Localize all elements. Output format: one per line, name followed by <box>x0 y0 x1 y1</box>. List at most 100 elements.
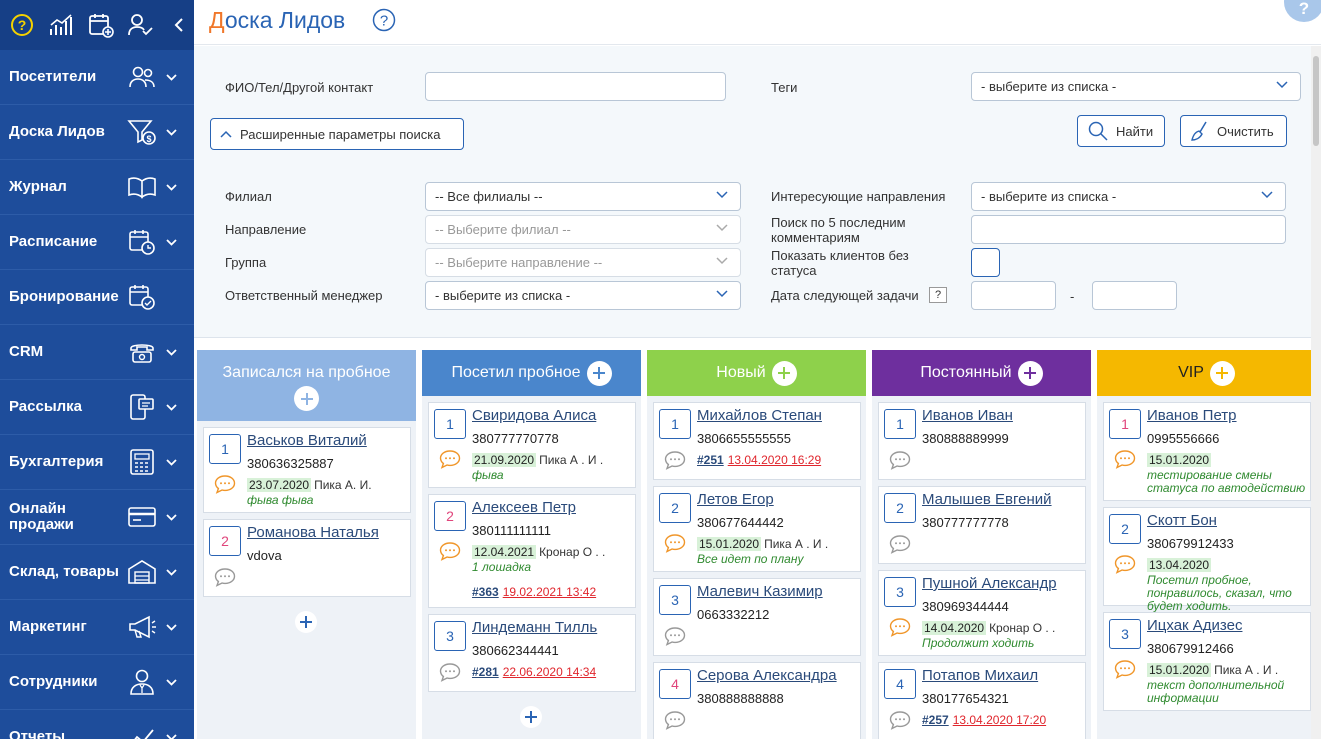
lead-name-link[interactable]: Малышев Евгений <box>922 491 1052 508</box>
next-task-date-from[interactable] <box>971 281 1056 310</box>
group-select[interactable]: -- Выберите направление -- <box>425 248 741 277</box>
card-number[interactable]: 1 <box>884 409 916 439</box>
lead-name-link[interactable]: Романова Наталья <box>247 524 379 541</box>
card-number[interactable]: 2 <box>209 526 241 556</box>
add-lead-bottom-button[interactable] <box>295 611 317 633</box>
card-number[interactable]: 2 <box>1109 514 1141 544</box>
sidebar-item-5[interactable]: Бронирование <box>0 270 194 325</box>
chat-icon[interactable] <box>664 710 686 735</box>
lead-task[interactable]: #363 19.02.2021 13:42 <box>472 585 596 599</box>
help-icon[interactable]: ? <box>10 13 34 37</box>
lead-name-link[interactable]: Линдеманн Тилль <box>472 619 597 636</box>
add-lead-button[interactable] <box>1209 360 1235 386</box>
chat-icon[interactable] <box>889 534 911 559</box>
stats-icon[interactable] <box>48 13 74 37</box>
add-lead-button[interactable] <box>294 386 319 411</box>
clear-button[interactable]: Очистить <box>1180 115 1287 147</box>
comments-search-input[interactable] <box>971 215 1286 244</box>
chevron-down-icon[interactable] <box>166 674 177 691</box>
sidebar-item-9[interactable]: Онлайн продажи <box>0 490 194 545</box>
add-lead-bottom-button[interactable] <box>520 706 542 728</box>
sidebar-item-4[interactable]: Расписание <box>0 215 194 270</box>
task-number[interactable]: #251 <box>697 453 724 467</box>
lead-name-link[interactable]: Иванов Иван <box>922 407 1013 424</box>
calendar-add-icon[interactable] <box>88 12 114 38</box>
chat-icon[interactable] <box>1114 449 1136 474</box>
lead-name-link[interactable]: Пушной Александр <box>922 575 1057 592</box>
chevron-down-icon[interactable] <box>166 509 177 526</box>
sidebar-item-6[interactable]: CRM <box>0 325 194 380</box>
task-number[interactable]: #257 <box>922 713 949 727</box>
task-number[interactable]: #281 <box>472 665 499 679</box>
chat-icon[interactable] <box>664 626 686 651</box>
sidebar-item-2[interactable]: Доска Лидов $ <box>0 105 194 160</box>
add-lead-button[interactable] <box>586 360 612 386</box>
scrollbar-thumb[interactable] <box>1313 56 1319 146</box>
lead-name-link[interactable]: Алексеев Петр <box>472 499 576 516</box>
card-number[interactable]: 1 <box>659 409 691 439</box>
contact-input[interactable] <box>425 72 726 101</box>
task-date[interactable]: 13.04.2020 16:29 <box>728 453 821 467</box>
lead-task[interactable]: #251 13.04.2020 16:29 <box>697 453 821 467</box>
task-number[interactable]: #363 <box>472 585 499 599</box>
chevron-down-icon[interactable] <box>166 234 177 251</box>
direction-select[interactable]: -- Выберите филиал -- <box>425 215 741 244</box>
chat-icon[interactable] <box>889 617 911 642</box>
manager-select[interactable]: - выберите из списка - <box>425 281 741 310</box>
branch-select[interactable]: -- Все филиалы -- <box>425 182 741 211</box>
sidebar-item-3[interactable]: Журнал <box>0 160 194 215</box>
lead-card[interactable]: 1 Михайлов Степан 3806655555555 #251 13.04.2… <box>653 402 861 480</box>
sidebar-item-7[interactable]: Рассылка <box>0 380 194 435</box>
lead-card[interactable]: 4 Серова Александра 380888888888 <box>653 662 861 739</box>
card-number[interactable]: 1 <box>434 409 466 439</box>
chevron-down-icon[interactable] <box>166 399 177 416</box>
chevron-down-icon[interactable] <box>166 619 177 636</box>
lead-name-link[interactable]: Иванов Петр <box>1147 407 1237 424</box>
chat-icon[interactable] <box>439 541 461 566</box>
sidebar-item-1[interactable]: Посетители <box>0 50 194 105</box>
chevron-down-icon[interactable] <box>166 454 177 471</box>
lead-card[interactable]: 1 Васьков Виталий 380636325887 23.07.2020 Пи… <box>203 427 411 513</box>
chat-icon[interactable] <box>214 567 236 592</box>
card-number[interactable]: 2 <box>884 493 916 523</box>
task-date[interactable]: 22.06.2020 14:34 <box>503 665 596 679</box>
lead-card[interactable]: 4 Потапов Михаил 380177654321 #257 13.04.202… <box>878 662 1086 739</box>
lead-name-link[interactable]: Потапов Михаил <box>922 667 1038 684</box>
task-date[interactable]: 13.04.2020 17:20 <box>953 713 1046 727</box>
card-number[interactable]: 3 <box>659 585 691 615</box>
card-number[interactable]: 1 <box>1109 409 1141 439</box>
card-number[interactable]: 3 <box>1109 619 1141 649</box>
lead-name-link[interactable]: Малевич Казимир <box>697 583 823 600</box>
sidebar-item-11[interactable]: Маркетинг <box>0 600 194 655</box>
tags-select[interactable]: - выберите из списка - <box>971 72 1301 101</box>
lead-card[interactable]: 3 Линдеманн Тилль 380662344441 #281 22.06.20… <box>428 614 636 692</box>
chevron-down-icon[interactable] <box>166 729 177 739</box>
sidebar-item-12[interactable]: Сотрудники <box>0 655 194 710</box>
user-check-icon[interactable] <box>128 13 154 37</box>
lead-card[interactable]: 3 Ицхак Адизес 380679912466 15.01.2020 Пика … <box>1103 612 1311 711</box>
sidebar-item-10[interactable]: Склад, товары <box>0 545 194 600</box>
chevron-down-icon[interactable] <box>166 564 177 581</box>
lead-card[interactable]: 2 Алексеев Петр 380111111111 12.04.2021 Крон… <box>428 494 636 608</box>
card-number[interactable]: 3 <box>434 621 466 651</box>
vertical-scrollbar[interactable] <box>1311 46 1321 739</box>
interest-select[interactable]: - выберите из списка - <box>971 182 1286 211</box>
lead-name-link[interactable]: Летов Егор <box>697 491 774 508</box>
lead-name-link[interactable]: Васьков Виталий <box>247 432 367 449</box>
chevron-down-icon[interactable] <box>166 344 177 361</box>
chevron-down-icon[interactable] <box>166 124 177 141</box>
advanced-search-button[interactable]: Расширенные параметры поиска <box>210 118 464 150</box>
lead-card[interactable]: 1 Иванов Петр 0995556666 15.01.2020 тестиров… <box>1103 402 1311 501</box>
card-number[interactable]: 1 <box>209 434 241 464</box>
chat-icon[interactable] <box>1114 554 1136 579</box>
lead-card[interactable]: 2 Скотт Бон 380679912433 13.04.2020 Посетил … <box>1103 507 1311 613</box>
lead-name-link[interactable]: Свиридова Алиса <box>472 407 596 424</box>
lead-name-link[interactable]: Серова Александра <box>697 667 837 684</box>
chat-icon[interactable] <box>664 533 686 558</box>
lead-card[interactable]: 2 Малышев Евгений 380777777778 <box>878 486 1086 564</box>
chat-icon[interactable] <box>214 474 236 499</box>
floating-help-icon[interactable]: ? <box>1284 0 1321 22</box>
lead-task[interactable]: #257 13.04.2020 17:20 <box>922 713 1046 727</box>
card-number[interactable]: 2 <box>659 493 691 523</box>
find-button[interactable]: Найти <box>1077 115 1165 147</box>
